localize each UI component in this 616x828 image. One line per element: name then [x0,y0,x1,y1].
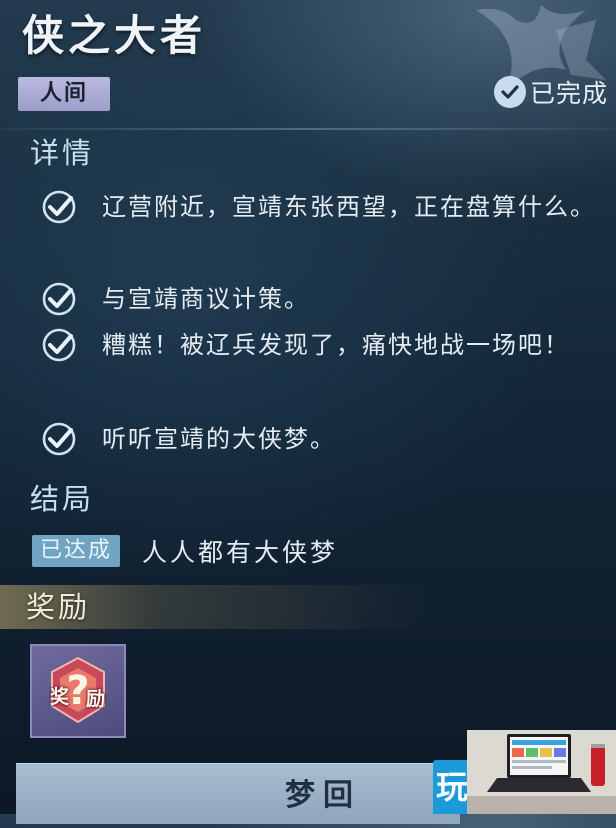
rewards-heading: 奖励 [26,590,91,624]
task-check-icon [42,282,76,316]
dream-replay-label: 梦回 [285,778,361,813]
task-check-icon [42,328,76,362]
status-text: 已完成 [529,79,608,108]
task-check-icon [42,190,76,224]
check-circle-icon [493,76,526,108]
ending-name: 人人都有大侠梦 [142,538,339,567]
ending-row: 已达成 人人都有大侠梦 [32,533,338,569]
laptop-thumbnail-image [467,730,616,814]
ending-achieved-badge: 已达成 [32,535,121,567]
reward-item-char: 奖 [50,686,70,708]
ending-heading: 结局 [30,482,95,516]
completion-status: 已完成 [493,72,608,112]
mystery-reward-icon: ? [51,656,105,724]
quest-title: 侠之大者 [22,11,207,60]
task-text: 听听宣靖的大侠梦。 [102,425,336,453]
realm-tag: 人间 [18,77,110,111]
dream-replay-button[interactable]: 梦回 [16,763,460,824]
watermark-logo: 玩 [433,760,471,814]
task-check-icon [42,422,76,456]
reward-item-char: 励 [86,688,106,710]
details-heading: 详情 [30,136,95,170]
task-text: 辽营附近，宣靖东张西望，正在盘算什么。 [102,193,596,221]
reward-header: 奖励 [0,585,616,629]
task-text: 与宣靖商议计策。 [102,285,310,313]
reward-header-glow [0,585,616,629]
task-text: 糟糕！被辽兵发现了，痛快地战一场吧！ [102,331,570,359]
reward-item-slot[interactable]: ? 奖 励 [30,644,126,738]
